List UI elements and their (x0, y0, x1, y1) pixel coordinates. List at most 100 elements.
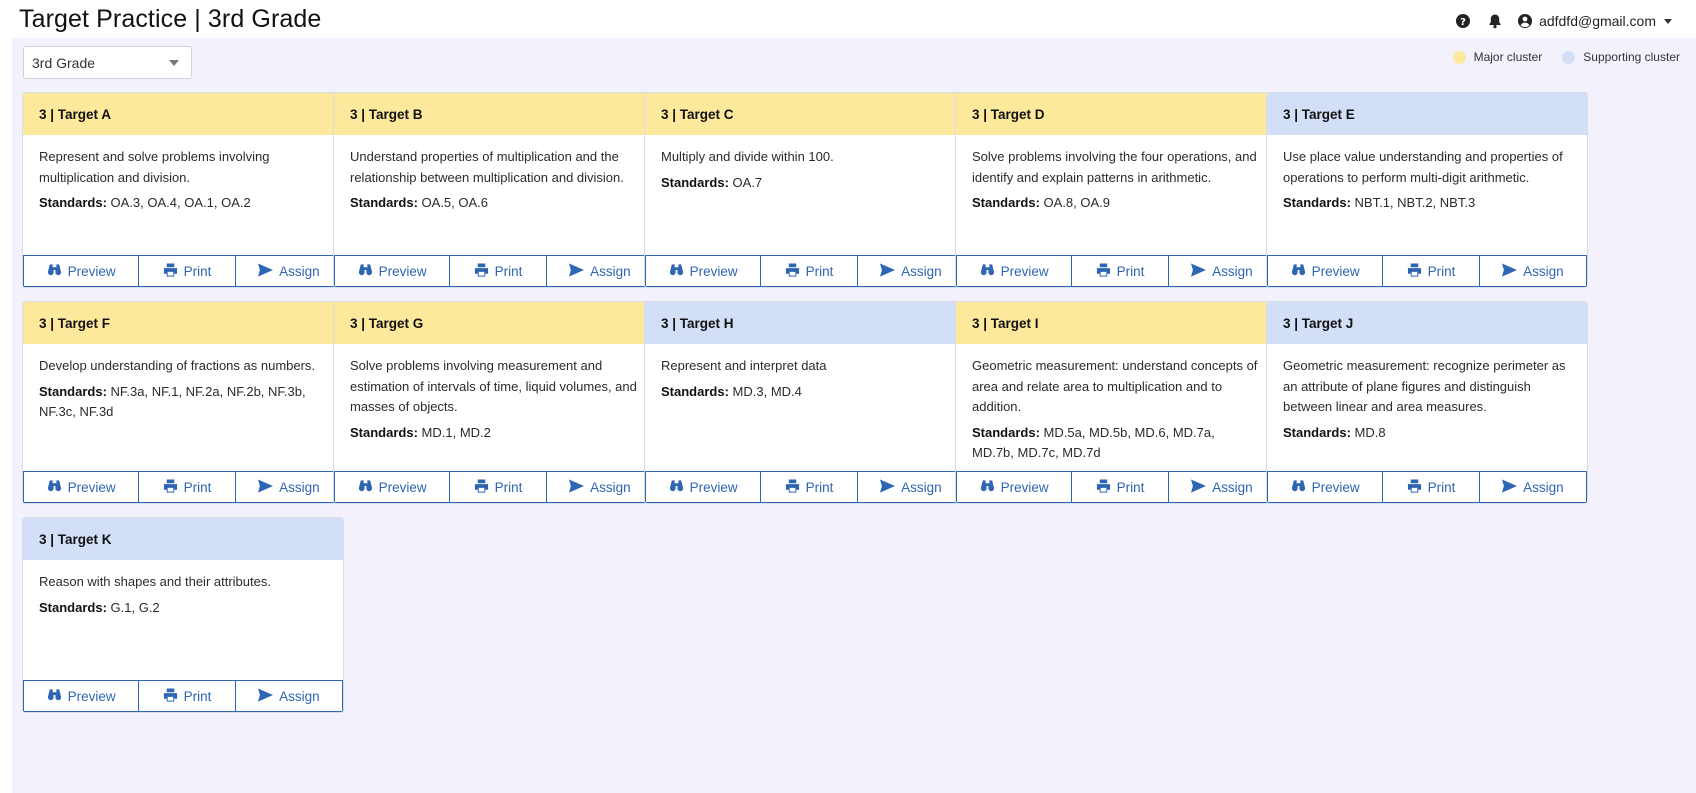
preview-label: Preview (689, 479, 738, 495)
card-standards: Standards: MD.1, MD.2 (350, 423, 638, 444)
card-body: Geometric measurement: understand concep… (956, 344, 1276, 464)
target-card: 3 | Target A Represent and solve problems… (22, 92, 344, 288)
print-button[interactable]: Print (760, 471, 858, 503)
card-actions: Preview Print Assign (334, 255, 654, 287)
print-button[interactable]: Print (138, 471, 236, 503)
assign-button[interactable]: Assign (856, 255, 965, 287)
preview-button[interactable]: Preview (1267, 255, 1384, 287)
print-button[interactable]: Print (449, 471, 547, 503)
preview-button[interactable]: Preview (645, 255, 762, 287)
printer-icon (163, 262, 178, 280)
printer-icon (474, 262, 489, 280)
print-button[interactable]: Print (1382, 471, 1480, 503)
assign-label: Assign (1523, 479, 1564, 495)
preview-button[interactable]: Preview (23, 255, 140, 287)
preview-button[interactable]: Preview (956, 255, 1073, 287)
binoculars-icon (358, 479, 373, 496)
print-button[interactable]: Print (138, 255, 236, 287)
preview-button[interactable]: Preview (1267, 471, 1384, 503)
card-title: 3 | Target D (956, 93, 1276, 135)
legend-supporting-label: Supporting cluster (1583, 50, 1680, 64)
card-description: Develop understanding of fractions as nu… (39, 358, 316, 373)
assign-label: Assign (901, 263, 942, 279)
print-button[interactable]: Print (1382, 255, 1480, 287)
send-icon (569, 262, 585, 280)
card-description: Use place value understanding and proper… (1283, 149, 1563, 185)
card-actions: Preview Print Assign (1267, 471, 1587, 503)
legend-major-label: Major cluster (1473, 50, 1543, 64)
send-icon (258, 262, 274, 280)
card-actions: Preview Print Assign (956, 255, 1276, 287)
print-label: Print (494, 263, 523, 279)
binoculars-icon (980, 263, 995, 280)
caret-down-icon[interactable] (1664, 18, 1672, 24)
help-icon[interactable]: ? (1455, 13, 1471, 29)
preview-label: Preview (67, 263, 116, 279)
card-actions: Preview Print Assign (23, 680, 343, 712)
card-standards: Standards: MD.8 (1283, 423, 1571, 444)
preview-button[interactable]: Preview (645, 471, 762, 503)
assign-label: Assign (901, 479, 942, 495)
grade-select[interactable]: 3rd Grade (23, 46, 192, 79)
print-button[interactable]: Print (760, 255, 858, 287)
card-description: Represent and solve problems involving m… (39, 149, 270, 185)
card-description: Solve problems involving measurement and… (350, 358, 637, 414)
printer-icon (474, 478, 489, 496)
card-standards: Standards: OA.5, OA.6 (350, 193, 638, 214)
card-title: 3 | Target E (1267, 93, 1587, 135)
assign-button[interactable]: Assign (1478, 255, 1587, 287)
print-button[interactable]: Print (1071, 471, 1169, 503)
legend-major: Major cluster (1452, 50, 1543, 64)
card-body: Solve problems involving the four operat… (956, 135, 1276, 214)
assign-button[interactable]: Assign (545, 255, 654, 287)
card-description: Multiply and divide within 100. (661, 149, 834, 164)
assign-label: Assign (279, 479, 320, 495)
preview-button[interactable]: Preview (334, 471, 451, 503)
preview-label: Preview (1000, 479, 1049, 495)
standards-value: OA.8, OA.9 (1043, 195, 1111, 210)
printer-icon (1096, 262, 1111, 280)
card-actions: Preview Print Assign (1267, 255, 1587, 287)
print-button[interactable]: Print (1071, 255, 1169, 287)
assign-button[interactable]: Assign (1478, 471, 1587, 503)
binoculars-icon (980, 479, 995, 496)
preview-button[interactable]: Preview (23, 680, 140, 712)
standards-label: Standards: (972, 424, 1040, 440)
assign-label: Assign (590, 263, 631, 279)
cluster-legend: Major cluster Supporting cluster (1452, 50, 1680, 64)
print-label: Print (805, 479, 834, 495)
assign-button[interactable]: Assign (1167, 255, 1276, 287)
binoculars-icon (47, 263, 62, 280)
user-email[interactable]: adfdfd@gmail.com (1539, 13, 1656, 29)
card-description: Geometric measurement: understand concep… (972, 358, 1258, 414)
card-actions: Preview Print Assign (645, 471, 965, 503)
standards-value: MD.3, MD.4 (732, 383, 802, 399)
assign-button[interactable]: Assign (1167, 471, 1276, 503)
assign-button[interactable]: Assign (234, 471, 343, 503)
card-body: Use place value understanding and proper… (1267, 135, 1587, 214)
preview-button[interactable]: Preview (956, 471, 1073, 503)
print-button[interactable]: Print (449, 255, 547, 287)
card-standards: Standards: OA.7 (661, 173, 949, 194)
card-title: 3 | Target G (334, 302, 654, 344)
card-title: 3 | Target J (1267, 302, 1587, 344)
bell-icon[interactable] (1487, 13, 1503, 29)
preview-label: Preview (378, 263, 427, 279)
assign-button[interactable]: Assign (856, 471, 965, 503)
preview-button[interactable]: Preview (334, 255, 451, 287)
preview-label: Preview (1311, 479, 1360, 495)
assign-button[interactable]: Assign (234, 680, 343, 712)
standards-value: NBT.1, NBT.2, NBT.3 (1354, 195, 1476, 210)
major-dot-icon (1452, 50, 1466, 64)
printer-icon (1096, 478, 1111, 496)
grade-select-value: 3rd Grade (32, 54, 96, 71)
standards-value: MD.1, MD.2 (421, 424, 491, 440)
assign-button[interactable]: Assign (234, 255, 343, 287)
target-card: 3 | Target G Solve problems involving mea… (333, 301, 655, 504)
preview-button[interactable]: Preview (23, 471, 140, 503)
card-actions: Preview Print Assign (334, 471, 654, 503)
card-title: 3 | Target I (956, 302, 1276, 344)
assign-button[interactable]: Assign (545, 471, 654, 503)
print-button[interactable]: Print (138, 680, 236, 712)
user-circle-icon[interactable] (1517, 13, 1533, 29)
